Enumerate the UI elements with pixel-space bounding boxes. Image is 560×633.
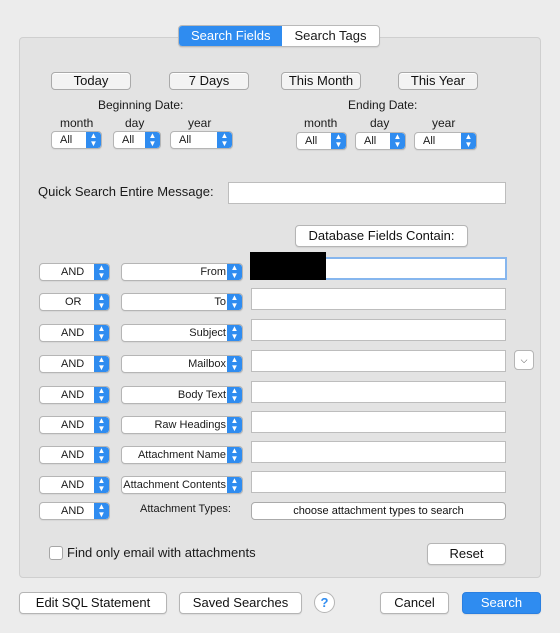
tab-search-fields[interactable]: Search Fields xyxy=(179,26,283,46)
mailbox-value-input[interactable] xyxy=(251,350,506,372)
stepper-arrows-icon: ▲ ▼ xyxy=(227,356,242,372)
stepper-arrows-icon: ▲ ▼ xyxy=(227,325,242,341)
subject-value-input[interactable] xyxy=(251,319,506,341)
row-operator-select[interactable]: AND ▲ ▼ xyxy=(39,416,110,434)
end-day-select[interactable]: All ▲ ▼ xyxy=(355,132,406,150)
stepper-arrows-icon: ▲ ▼ xyxy=(94,294,109,310)
ending-date-label: Ending Date: xyxy=(348,98,418,112)
tab-search-tags[interactable]: Search Tags xyxy=(282,26,378,46)
begin-month-label: month xyxy=(60,116,94,130)
begin-year-label: year xyxy=(188,116,212,130)
stepper-arrows-icon: ▲ ▼ xyxy=(227,387,242,403)
stepper-arrows-icon: ▲ ▼ xyxy=(227,264,242,280)
stepper-arrows-icon: ▲ ▼ xyxy=(94,325,109,341)
stepper-arrows-icon: ▲ ▼ xyxy=(227,477,242,493)
row-operator-select[interactable]: AND ▲ ▼ xyxy=(39,324,110,342)
stepper-arrows-icon: ▲ ▼ xyxy=(94,387,109,403)
begin-day-label: day xyxy=(125,116,145,130)
stepper-arrows-icon: ▲ ▼ xyxy=(94,447,109,463)
quick-search-label: Quick Search Entire Message: xyxy=(38,184,214,199)
seven-days-button[interactable]: 7 Days xyxy=(169,72,249,90)
row-field-select[interactable]: Raw Headings ▲ ▼ xyxy=(121,416,243,434)
end-year-select[interactable]: All ▲ ▼ xyxy=(414,132,477,150)
stepper-arrows-icon: ▲ ▼ xyxy=(86,132,101,148)
row-field-select[interactable]: Mailbox ▲ ▼ xyxy=(121,355,243,373)
attachment-name-value-input[interactable] xyxy=(251,441,506,463)
stepper-arrows-icon: ▲ ▼ xyxy=(331,133,346,149)
stepper-arrows-icon: ▲ ▼ xyxy=(94,417,109,433)
row-field-select[interactable]: Attachment Name ▲ ▼ xyxy=(121,446,243,464)
row-field-select[interactable]: To ▲ ▼ xyxy=(121,293,243,311)
saved-searches-button[interactable]: Saved Searches xyxy=(179,592,302,614)
row-operator-select[interactable]: AND ▲ ▼ xyxy=(39,263,110,281)
this-month-button[interactable]: This Month xyxy=(281,72,361,90)
stepper-arrows-icon: ▲ ▼ xyxy=(94,356,109,372)
chevron-down-icon: ⌵ xyxy=(520,355,528,365)
only-attachments-checkbox[interactable] xyxy=(49,546,63,560)
end-day-label: day xyxy=(370,116,390,130)
raw-headings-value-input[interactable] xyxy=(251,411,506,433)
stepper-arrows-icon: ▲ ▼ xyxy=(217,132,232,148)
to-value-input[interactable] xyxy=(251,288,506,310)
row-field-select[interactable]: Subject ▲ ▼ xyxy=(121,324,243,342)
row-operator-select[interactable]: AND ▲ ▼ xyxy=(39,446,110,464)
reset-button[interactable]: Reset xyxy=(427,543,506,565)
row-field-select[interactable]: Attachment Contents ▲ ▼ xyxy=(121,476,243,494)
only-attachments-label: Find only email with attachments xyxy=(67,545,256,560)
today-button[interactable]: Today xyxy=(51,72,131,90)
tab-bar: Search Fields Search Tags xyxy=(178,25,380,47)
stepper-arrows-icon: ▲ ▼ xyxy=(94,264,109,280)
begin-year-select[interactable]: All ▲ ▼ xyxy=(170,131,233,149)
stepper-arrows-icon: ▲ ▼ xyxy=(390,133,405,149)
cancel-button[interactable]: Cancel xyxy=(380,592,449,614)
begin-day-select[interactable]: All ▲ ▼ xyxy=(113,131,161,149)
stepper-arrows-icon: ▲ ▼ xyxy=(94,477,109,493)
attachment-contents-value-input[interactable] xyxy=(251,471,506,493)
row-operator-select[interactable]: AND ▲ ▼ xyxy=(39,476,110,494)
help-button[interactable]: ? xyxy=(314,592,335,613)
row-field-select[interactable]: Body Text ▲ ▼ xyxy=(121,386,243,404)
search-button[interactable]: Search xyxy=(462,592,541,614)
end-month-label: month xyxy=(304,116,338,130)
row-operator-select[interactable]: AND ▲ ▼ xyxy=(39,386,110,404)
stepper-arrows-icon: ▲ ▼ xyxy=(461,133,476,149)
row-operator-select[interactable]: AND ▲ ▼ xyxy=(39,502,110,520)
row-field-select[interactable]: From ▲ ▼ xyxy=(121,263,243,281)
stepper-arrows-icon: ▲ ▼ xyxy=(94,503,109,519)
row-operator-select[interactable]: OR ▲ ▼ xyxy=(39,293,110,311)
stepper-arrows-icon: ▲ ▼ xyxy=(227,447,242,463)
edit-sql-button[interactable]: Edit SQL Statement xyxy=(19,592,167,614)
stepper-arrows-icon: ▲ ▼ xyxy=(227,417,242,433)
attachment-types-label: Attachment Types: xyxy=(140,503,231,515)
body-text-value-input[interactable] xyxy=(251,381,506,403)
end-month-select[interactable]: All ▲ ▼ xyxy=(296,132,347,150)
begin-month-select[interactable]: All ▲ ▼ xyxy=(51,131,102,149)
mailbox-dropdown-button[interactable]: ⌵ xyxy=(514,350,534,370)
stepper-arrows-icon: ▲ ▼ xyxy=(145,132,160,148)
redaction-block xyxy=(250,252,326,280)
end-year-label: year xyxy=(432,116,456,130)
this-year-button[interactable]: This Year xyxy=(398,72,478,90)
choose-attachment-types-button[interactable]: choose attachment types to search xyxy=(251,502,506,520)
stepper-arrows-icon: ▲ ▼ xyxy=(227,294,242,310)
database-fields-header: Database Fields Contain: xyxy=(295,225,468,247)
beginning-date-label: Beginning Date: xyxy=(98,98,184,112)
row-operator-select[interactable]: AND ▲ ▼ xyxy=(39,355,110,373)
quick-search-input[interactable] xyxy=(228,182,506,204)
